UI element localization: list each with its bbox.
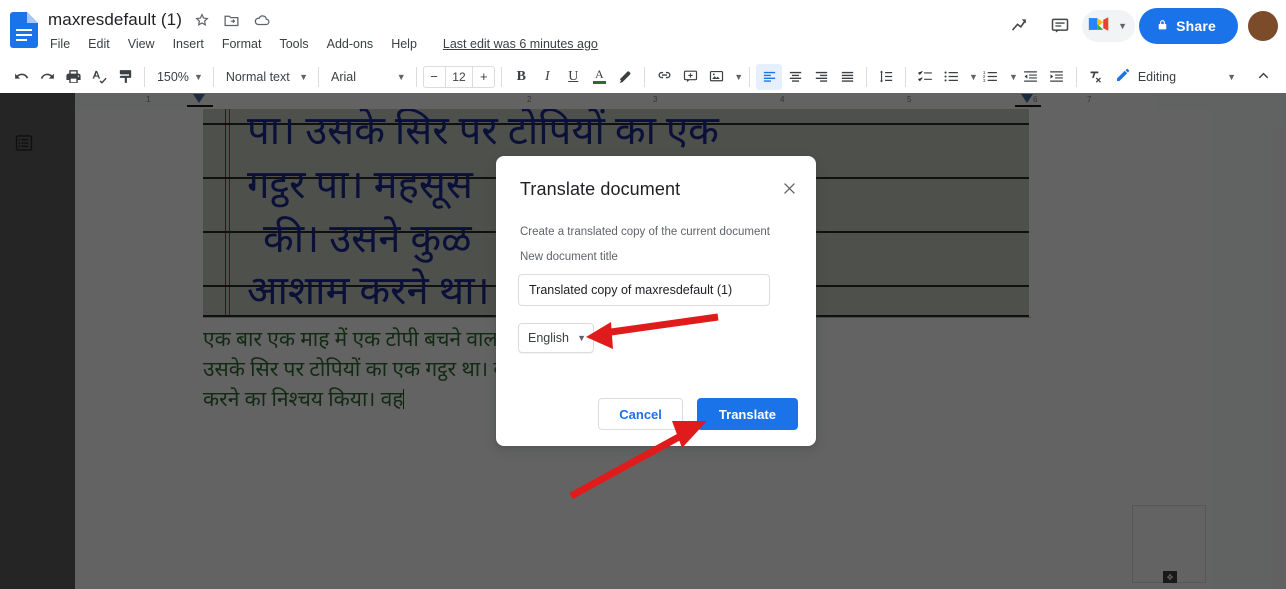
translate-button[interactable]: Translate [696,398,798,430]
move-to-folder-icon[interactable] [222,10,242,30]
chevron-down-icon: ▼ [577,333,586,343]
menu-item-help[interactable]: Help [389,36,419,52]
divider [749,66,751,87]
align-left-icon[interactable] [756,63,783,90]
chevron-down-icon: ▼ [299,71,309,82]
numbered-list-icon[interactable]: 123 [978,64,1004,90]
paragraph-style-value: Normal text [225,69,290,84]
font-size-stepper[interactable]: − 12 + [422,65,496,88]
align-right-icon[interactable] [808,64,834,90]
chevron-down-icon: ▼ [193,71,203,82]
divider [905,66,907,87]
new-title-label: New document title [520,251,618,263]
checklist-icon[interactable] [912,64,938,90]
dialog-actions: Cancel Translate [598,398,798,430]
app-bar: maxresdefault (1) File Edit View Insert … [0,0,1286,60]
paragraph-style-select[interactable]: Normal text ▼ [220,64,312,90]
align-center-icon[interactable] [782,64,808,90]
google-meet-chip[interactable]: ▼ [1082,10,1136,42]
app-bar-actions: ▼ Share [1002,8,1278,44]
editing-mode-selector[interactable]: Editing ▼ [1109,64,1242,90]
add-comment-icon[interactable] [677,64,703,90]
chevron-down-icon[interactable]: ▼ [734,72,743,82]
divider [501,66,503,87]
close-icon[interactable] [777,176,801,200]
text-color-letter: A [594,67,604,81]
lock-icon [1156,18,1169,35]
language-select-value: English [528,331,569,345]
translate-document-dialog: Translate document Create a translated c… [496,156,816,446]
google-meet-icon [1088,15,1110,38]
divider [318,66,320,87]
svg-text:3: 3 [983,78,986,84]
page-title[interactable]: maxresdefault (1) [48,10,182,30]
menu-item-tools[interactable]: Tools [277,36,310,52]
cancel-button[interactable]: Cancel [598,398,683,430]
avatar[interactable] [1248,11,1278,41]
chevron-down-icon: ▼ [1227,71,1236,82]
document-title-row: maxresdefault (1) [48,10,272,30]
chevron-down-icon: ▼ [396,71,406,82]
collapse-toolbar-icon[interactable] [1250,64,1276,90]
print-icon[interactable] [60,64,86,90]
chevron-down-icon[interactable]: ▼ [969,72,978,82]
text-color-swatch [592,81,606,84]
underline-button[interactable]: U [560,64,586,90]
chevron-down-icon[interactable]: ▼ [1009,72,1018,82]
font-size-increase-button[interactable]: + [473,67,494,87]
zoom-select[interactable]: 150% ▼ [151,64,207,90]
divider [644,66,646,87]
decrease-indent-icon[interactable] [1018,64,1044,90]
font-size-decrease-button[interactable]: − [424,67,445,87]
menu-item-view[interactable]: View [126,36,157,52]
menu-bar: File Edit View Insert Format Tools Add-o… [48,36,598,52]
share-button-label: Share [1176,18,1216,34]
clear-formatting-icon[interactable] [1083,64,1109,90]
bold-button[interactable]: B [508,64,534,90]
comment-history-icon[interactable] [1042,8,1078,44]
spellcheck-icon[interactable] [86,64,112,90]
share-button[interactable]: Share [1139,8,1238,44]
menu-item-file[interactable]: File [48,36,72,52]
dialog-subtitle: Create a translated copy of the current … [520,226,770,238]
align-justify-icon[interactable] [834,64,860,90]
menu-item-addons[interactable]: Add-ons [325,36,376,52]
zoom-value: 150% [156,69,189,84]
divider [866,66,868,87]
font-family-value: Arial [331,69,357,84]
line-spacing-icon[interactable] [873,64,899,90]
star-icon[interactable] [192,10,212,30]
cloud-saved-icon[interactable] [252,10,272,30]
divider [212,66,214,87]
editing-mode-label: Editing [1137,69,1177,84]
redo-icon[interactable] [34,64,60,90]
highlight-pen-icon[interactable] [612,64,638,90]
divider [415,66,417,87]
divider [1075,66,1077,87]
divider [144,66,145,87]
increase-indent-icon[interactable] [1044,64,1070,90]
bulleted-list-icon[interactable] [938,64,964,90]
insert-image-icon[interactable] [703,64,729,90]
language-select[interactable]: English ▼ [518,323,594,353]
paint-format-icon[interactable] [112,64,138,90]
menu-item-edit[interactable]: Edit [86,36,112,52]
font-size-input[interactable]: 12 [444,66,474,87]
font-family-select[interactable]: Arial ▼ [325,64,410,90]
undo-icon[interactable] [8,64,34,90]
menu-item-format[interactable]: Format [220,36,264,52]
insert-link-icon[interactable] [651,64,677,90]
formatting-toolbar: 150% ▼ Normal text ▼ Arial ▼ − 12 + B I … [0,60,1286,93]
menu-item-insert[interactable]: Insert [171,36,206,52]
dialog-title: Translate document [520,179,681,199]
activity-trending-icon[interactable] [1002,8,1038,44]
new-document-title-input[interactable]: Translated copy of maxresdefault (1) [518,274,770,306]
chevron-down-icon: ▼ [1118,21,1128,31]
pencil-icon [1115,67,1131,86]
text-color-button[interactable]: A [586,64,612,90]
docs-file-icon[interactable] [10,12,38,48]
last-edit-link[interactable]: Last edit was 6 minutes ago [443,37,598,51]
italic-button[interactable]: I [534,64,560,90]
